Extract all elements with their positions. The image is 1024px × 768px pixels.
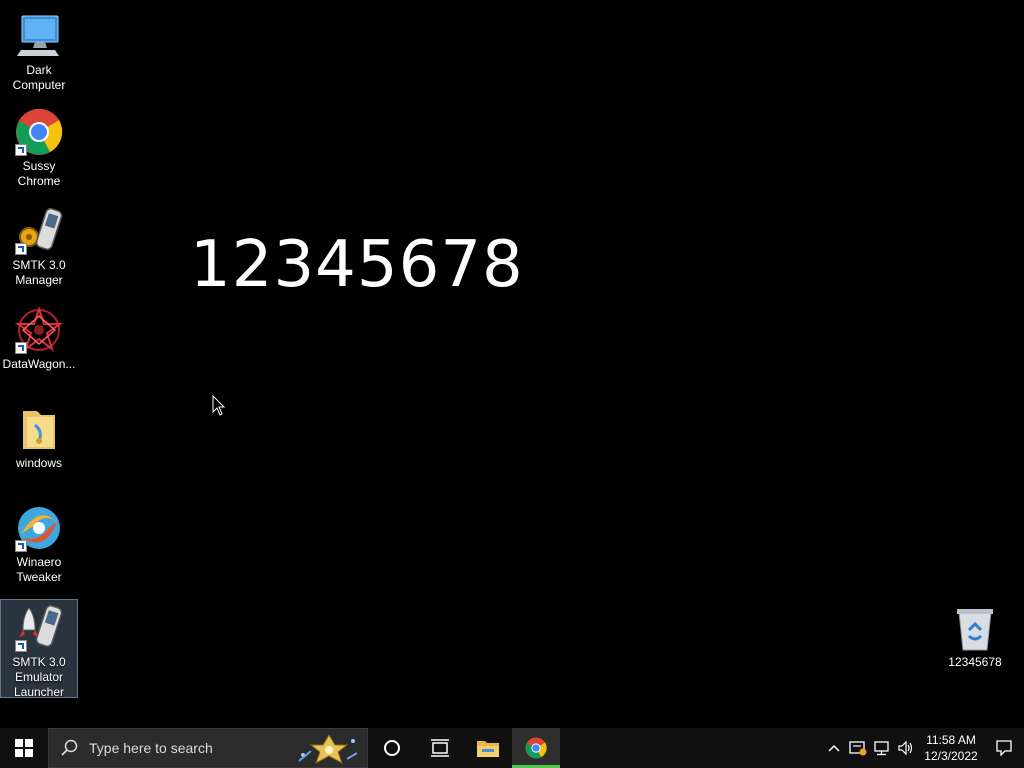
star-pattern-icon xyxy=(14,305,64,354)
folder-icon xyxy=(15,405,63,453)
desktop-icon-smtk-emulator-launcher[interactable]: SMTK 3.0 Emulator Launcher xyxy=(0,599,78,699)
taskbar-search-box[interactable]: Type here to search xyxy=(48,728,368,768)
tray-app-icon[interactable] xyxy=(846,728,870,768)
action-center-button[interactable] xyxy=(984,728,1024,768)
shortcut-arrow-icon xyxy=(15,640,27,652)
shortcut-arrow-icon xyxy=(15,144,27,156)
taskbar: Type here to search 11:58 AM 12/3/2022 xyxy=(0,728,1024,768)
taskbar-clock[interactable]: 11:58 AM 12/3/2022 xyxy=(918,732,984,764)
recycle-bin-icon xyxy=(951,604,999,652)
mouse-cursor-icon xyxy=(212,394,226,422)
icon-label: 12345678 xyxy=(948,655,1002,669)
clock-date: 12/3/2022 xyxy=(924,749,978,763)
shortcut-arrow-icon xyxy=(15,540,27,552)
file-explorer-taskbar-button[interactable] xyxy=(464,728,512,768)
phone-gear-icon xyxy=(15,207,63,255)
shortcut-arrow-icon xyxy=(15,243,27,255)
desktop-icon-windows-folder[interactable]: windows xyxy=(1,401,77,471)
windows-logo-icon xyxy=(15,739,33,757)
start-button[interactable] xyxy=(0,728,48,768)
desktop-icon-winaero-tweaker[interactable]: Winaero Tweaker xyxy=(1,500,77,585)
cortana-button[interactable] xyxy=(368,728,416,768)
icon-label: Computer xyxy=(12,78,66,92)
icon-label: Launcher xyxy=(13,685,65,699)
icon-label: Manager xyxy=(15,273,63,287)
speaker-icon xyxy=(898,740,913,756)
shortcut-arrow-icon xyxy=(15,342,27,354)
chrome-taskbar-button[interactable] xyxy=(512,728,560,768)
chevron-up-icon xyxy=(828,744,840,752)
file-explorer-icon xyxy=(477,741,499,757)
search-icon xyxy=(61,739,78,756)
cortana-circle-icon xyxy=(384,740,400,756)
icon-label: Winaero xyxy=(16,555,62,569)
desktop-icon-sussy-chrome[interactable]: Sussy Chrome xyxy=(1,104,77,189)
phone-rocket-icon xyxy=(15,604,63,652)
chrome-icon xyxy=(525,737,547,759)
desktop-icon-datawagon[interactable]: DataWagon... xyxy=(1,302,77,372)
task-view-icon xyxy=(431,739,449,757)
notification-icon xyxy=(996,740,1012,756)
desktop-icon-recycle-bin[interactable]: 12345678 xyxy=(937,600,1013,670)
winaero-icon xyxy=(15,504,63,552)
network-icon xyxy=(874,741,889,756)
network-button[interactable] xyxy=(870,728,894,768)
desktop-icon-dark-computer[interactable]: Dark Computer xyxy=(1,8,77,93)
icon-label: SMTK 3.0 xyxy=(12,258,66,272)
desktop[interactable]: Dark Computer Sussy Chrome SMTK 3.0 Mana… xyxy=(0,0,1024,728)
volume-button[interactable] xyxy=(894,728,918,768)
search-placeholder: Type here to search xyxy=(89,740,213,756)
icon-label: windows xyxy=(15,456,63,470)
icon-label: SMTK 3.0 xyxy=(12,655,66,669)
search-highlight-icon xyxy=(298,734,358,765)
clock-time: 11:58 AM xyxy=(926,733,976,747)
desktop-overlay-text: 12345678 xyxy=(190,228,524,302)
desktop-icon-smtk-manager[interactable]: SMTK 3.0 Manager xyxy=(1,203,77,288)
icon-label: Sussy xyxy=(22,159,56,173)
chrome-icon xyxy=(15,108,63,156)
computer-icon xyxy=(15,12,63,60)
icon-label: Tweaker xyxy=(16,570,62,584)
system-tray: 11:58 AM 12/3/2022 xyxy=(822,728,1024,768)
show-hidden-icons-button[interactable] xyxy=(822,728,846,768)
icon-label: Emulator xyxy=(14,670,64,684)
icon-label: Dark xyxy=(26,63,52,77)
icon-label: DataWagon... xyxy=(2,357,76,371)
task-view-button[interactable] xyxy=(416,728,464,768)
security-warning-icon xyxy=(849,741,867,756)
icon-label: Chrome xyxy=(17,174,61,188)
